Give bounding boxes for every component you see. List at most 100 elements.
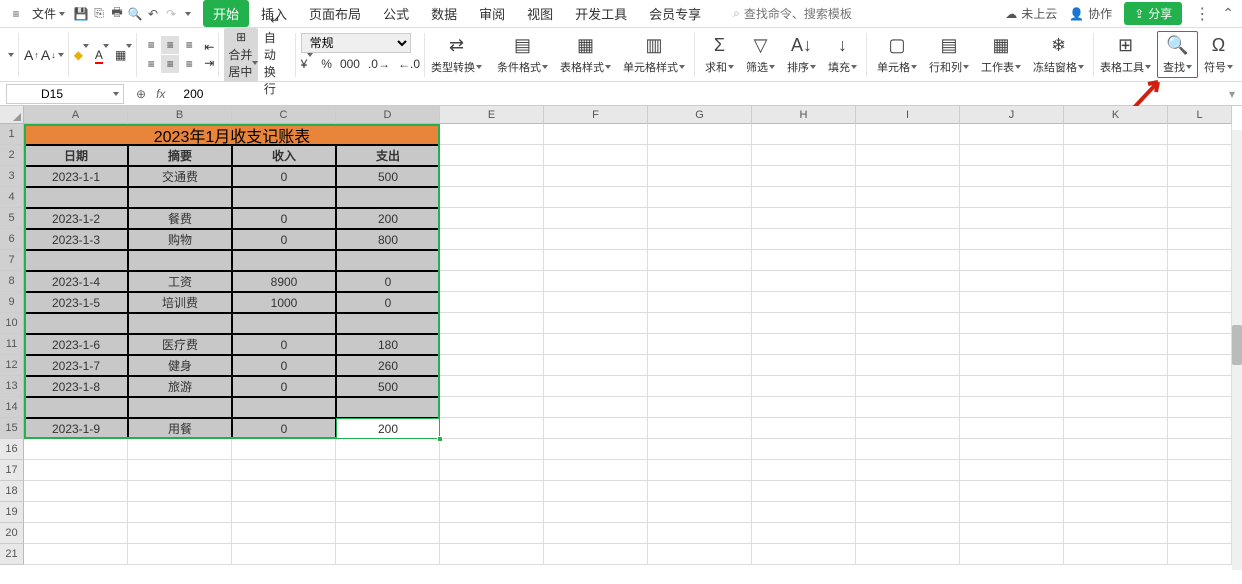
worksheet-button[interactable]: ▦工作表 bbox=[976, 32, 1026, 77]
cell-E3[interactable] bbox=[440, 166, 544, 187]
cell-C3[interactable]: 0 bbox=[232, 166, 336, 187]
fill-color-icon[interactable]: ◆ bbox=[74, 48, 89, 62]
redo-icon[interactable]: ↷ bbox=[163, 6, 179, 22]
share-button[interactable]: ⇪分享 bbox=[1124, 2, 1182, 25]
cell-F13[interactable] bbox=[544, 376, 648, 397]
row-header-11[interactable]: 11 bbox=[0, 334, 24, 355]
cell-L7[interactable] bbox=[1168, 250, 1232, 271]
col-header-J[interactable]: J bbox=[960, 106, 1064, 124]
cell-J7[interactable] bbox=[960, 250, 1064, 271]
col-header-H[interactable]: H bbox=[752, 106, 856, 124]
cell-I5[interactable] bbox=[856, 208, 960, 229]
cell-L9[interactable] bbox=[1168, 292, 1232, 313]
cell-H18[interactable] bbox=[752, 481, 856, 502]
cell-F18[interactable] bbox=[544, 481, 648, 502]
rowcol-button[interactable]: ▤行和列 bbox=[924, 32, 974, 77]
cell-D16[interactable] bbox=[336, 439, 440, 460]
select-all-corner[interactable] bbox=[0, 106, 24, 124]
cell-I17[interactable] bbox=[856, 460, 960, 481]
indent-decrease-icon[interactable]: ⇤ bbox=[204, 40, 214, 54]
row-header-5[interactable]: 5 bbox=[0, 208, 24, 229]
row-header-9[interactable]: 9 bbox=[0, 292, 24, 313]
cell-G2[interactable] bbox=[648, 145, 752, 166]
cell-B21[interactable] bbox=[128, 544, 232, 565]
cell-L14[interactable] bbox=[1168, 397, 1232, 418]
cell-J10[interactable] bbox=[960, 313, 1064, 334]
formula-input[interactable] bbox=[177, 87, 1222, 101]
cell-A16[interactable] bbox=[24, 439, 128, 460]
cell-L8[interactable] bbox=[1168, 271, 1232, 292]
cell-L11[interactable] bbox=[1168, 334, 1232, 355]
cell-B16[interactable] bbox=[128, 439, 232, 460]
search-input[interactable] bbox=[744, 7, 864, 21]
print-preview-icon[interactable]: 🔍 bbox=[127, 6, 143, 22]
cell-I10[interactable] bbox=[856, 313, 960, 334]
col-header-C[interactable]: C bbox=[232, 106, 336, 124]
freeze-button[interactable]: ❄冻结窗格 bbox=[1028, 32, 1089, 77]
tab-7[interactable]: 开发工具 bbox=[565, 0, 637, 27]
cell-F19[interactable] bbox=[544, 502, 648, 523]
cell-button[interactable]: ▢单元格 bbox=[872, 32, 922, 77]
cell-C21[interactable] bbox=[232, 544, 336, 565]
cell-G16[interactable] bbox=[648, 439, 752, 460]
cell-D13[interactable]: 500 bbox=[336, 376, 440, 397]
tab-4[interactable]: 数据 bbox=[421, 0, 467, 27]
cell-K20[interactable] bbox=[1064, 523, 1168, 544]
cell-A12[interactable]: 2023-1-7 bbox=[24, 355, 128, 376]
save-as-icon[interactable]: ⎘ bbox=[91, 6, 107, 22]
cell-K16[interactable] bbox=[1064, 439, 1168, 460]
cell-K18[interactable] bbox=[1064, 481, 1168, 502]
cell-D18[interactable] bbox=[336, 481, 440, 502]
align-right[interactable]: ≡ bbox=[180, 55, 198, 73]
table-tool-button[interactable]: ⊞表格工具 bbox=[1095, 32, 1156, 77]
row-header-19[interactable]: 19 bbox=[0, 502, 24, 523]
cell-H7[interactable] bbox=[752, 250, 856, 271]
cell-C9[interactable]: 1000 bbox=[232, 292, 336, 313]
cell-H17[interactable] bbox=[752, 460, 856, 481]
cell-C13[interactable]: 0 bbox=[232, 376, 336, 397]
row-header-10[interactable]: 10 bbox=[0, 313, 24, 334]
hamburger-icon[interactable]: ≡ bbox=[8, 6, 24, 22]
cell-K14[interactable] bbox=[1064, 397, 1168, 418]
cell-A10[interactable] bbox=[24, 313, 128, 334]
cell-A18[interactable] bbox=[24, 481, 128, 502]
cell-L19[interactable] bbox=[1168, 502, 1232, 523]
cell-J15[interactable] bbox=[960, 418, 1064, 439]
align-top-center[interactable]: ≡ bbox=[161, 36, 179, 54]
cell-G7[interactable] bbox=[648, 250, 752, 271]
cell-E5[interactable] bbox=[440, 208, 544, 229]
cell-J21[interactable] bbox=[960, 544, 1064, 565]
cell-C15[interactable]: 0 bbox=[232, 418, 336, 439]
cell-A5[interactable]: 2023-1-2 bbox=[24, 208, 128, 229]
align-center[interactable]: ≡ bbox=[161, 55, 179, 73]
cell-A20[interactable] bbox=[24, 523, 128, 544]
cell-J4[interactable] bbox=[960, 187, 1064, 208]
cell-G3[interactable] bbox=[648, 166, 752, 187]
cell-H9[interactable] bbox=[752, 292, 856, 313]
cell-D8[interactable]: 0 bbox=[336, 271, 440, 292]
cell-I9[interactable] bbox=[856, 292, 960, 313]
cell-K6[interactable] bbox=[1064, 229, 1168, 250]
cell-F11[interactable] bbox=[544, 334, 648, 355]
vertical-scroll-thumb[interactable] bbox=[1232, 325, 1242, 365]
cell-L17[interactable] bbox=[1168, 460, 1232, 481]
cell-E19[interactable] bbox=[440, 502, 544, 523]
percent-icon[interactable]: % bbox=[321, 57, 332, 71]
col-header-E[interactable]: E bbox=[440, 106, 544, 124]
row-header-20[interactable]: 20 bbox=[0, 523, 24, 544]
cell-F7[interactable] bbox=[544, 250, 648, 271]
cell-C10[interactable] bbox=[232, 313, 336, 334]
cell-A4[interactable] bbox=[24, 187, 128, 208]
cell-K21[interactable] bbox=[1064, 544, 1168, 565]
cell-F21[interactable] bbox=[544, 544, 648, 565]
row-header-8[interactable]: 8 bbox=[0, 271, 24, 292]
fill-button[interactable]: ↓填充 bbox=[823, 32, 862, 77]
cell-G19[interactable] bbox=[648, 502, 752, 523]
cell-I3[interactable] bbox=[856, 166, 960, 187]
dec-decimal-icon[interactable]: ←.0 bbox=[398, 57, 420, 71]
cell-E7[interactable] bbox=[440, 250, 544, 271]
cell-L20[interactable] bbox=[1168, 523, 1232, 544]
cell-I16[interactable] bbox=[856, 439, 960, 460]
find-button[interactable]: 🔍查找 bbox=[1157, 31, 1198, 78]
thousand-icon[interactable]: 000 bbox=[340, 57, 360, 71]
